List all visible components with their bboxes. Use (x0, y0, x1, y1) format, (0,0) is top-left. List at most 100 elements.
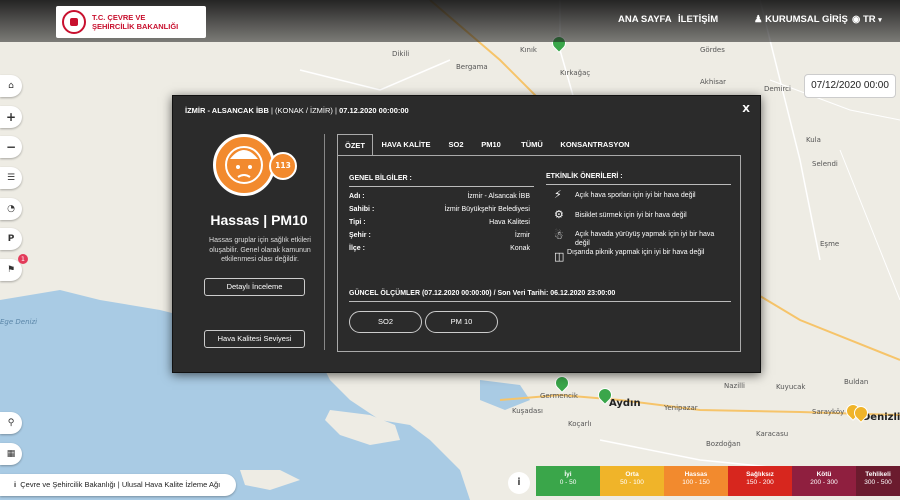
chevron-down-icon: ▾ (878, 17, 882, 24)
info-key: İlçe : (349, 245, 365, 252)
nav-home-link[interactable]: ANA SAYFA (618, 14, 672, 25)
divider (349, 301, 731, 302)
general-info-title: GENEL BİLGİLER : (349, 175, 412, 182)
current-measurements-title: GÜNCEL ÖLÇÜMLER (07.12.2020 00:00:00) / … (349, 290, 616, 297)
map-label: Buldan (844, 378, 869, 386)
tab-so2[interactable]: SO2 (437, 134, 475, 156)
sad-face-icon (213, 134, 275, 196)
aqi-level-description: Hassas gruplar için sağlık etkileri oluş… (209, 237, 311, 263)
legend-unhealthy: Sağlıksız 150 - 200 (728, 466, 792, 496)
map-label: Dikili (392, 50, 410, 58)
tab-summary[interactable]: ÖZET (337, 134, 373, 156)
map-label: Germencik (540, 392, 578, 400)
map-label: Koçarlı (568, 420, 592, 428)
legend-info-button[interactable]: i (508, 472, 530, 494)
info-value: Hava Kalitesi (489, 219, 530, 226)
notification-badge: 1 (18, 254, 28, 264)
map-label: Sarayköy (812, 408, 845, 416)
top-navbar: T.C. ÇEVRE VE ŞEHİRCİLİK BAKANLIĞI ANA S… (0, 0, 900, 42)
walking-icon: ☃ (554, 229, 564, 242)
legend-hazardous: Tehlikeli 300 - 500 (856, 466, 900, 496)
chart-icon: ◔ (7, 204, 15, 214)
map-label: Kınık (520, 46, 537, 54)
map-label: Akhisar (700, 78, 727, 86)
legend-bad: Kötü 200 - 300 (792, 466, 856, 496)
nav-login-link[interactable]: ♟ KURUMSAL GİRİŞ (754, 14, 848, 25)
map-label: Selendi (812, 160, 838, 168)
tab-concentration[interactable]: KONSANTRASYON (555, 134, 635, 156)
search-icon: ⚲ (7, 418, 15, 428)
nav-contact-link[interactable]: İLETİŞİM (678, 14, 718, 25)
measurement-pm10-button[interactable]: PM 10 (425, 311, 498, 333)
column-divider (324, 134, 325, 350)
map-label: Bozdoğan (706, 440, 741, 448)
tab-air-quality[interactable]: HAVA KALİTE (377, 134, 435, 156)
quality-level-button[interactable]: Hava Kalitesi Seviyesi (204, 330, 305, 348)
activity-text: Açık hava sporları için iyi bir hava değ… (575, 192, 696, 199)
map-label-sea: Ege Denizi (0, 318, 38, 326)
chart-button[interactable]: ◔ (0, 198, 22, 220)
legend-good: İyi 0 - 50 (536, 466, 600, 496)
details-button[interactable]: Detaylı İnceleme (204, 278, 305, 296)
info-value: İzmir (514, 232, 530, 239)
info-key: Sahibi : (349, 206, 375, 213)
map-label: Kuşadası (512, 407, 543, 415)
bicycle-icon: ⚙ (554, 208, 564, 221)
map-label: Demirci (764, 85, 791, 93)
map-label: Aydın (609, 398, 641, 409)
map-label: Nazilli (724, 382, 745, 390)
qr-icon: ▦ (6, 449, 16, 459)
info-icon: i (14, 480, 17, 489)
search-button[interactable]: ⚲ (0, 412, 22, 434)
activity-text: Açık havada yürüyüş yapmak için iyi bir … (575, 231, 715, 247)
info-value: İzmir Büyükşehir Belediyesi (444, 206, 530, 213)
aqi-summary: 113 Hassas | PM10 Hassas gruplar için sa… (173, 132, 325, 362)
info-value: Konak (510, 245, 530, 252)
user-icon: ♟ (754, 14, 763, 25)
info-key: Şehir : (349, 232, 371, 239)
aqi-level-title: Hassas | PM10 (210, 212, 308, 228)
info-value: İzmir - Alsancak İBB (467, 193, 530, 200)
ministry-seal-icon (62, 10, 86, 34)
legend-sensitive: Hassas 100 - 150 (664, 466, 728, 496)
aqi-value-badge: 113 (269, 152, 297, 180)
home-button[interactable]: ⌂ (0, 75, 22, 97)
running-icon: ⚡ (554, 188, 562, 201)
tab-pm10[interactable]: PM10 (474, 134, 508, 156)
footer-info: i Çevre ve Şehircilik Bakanlığı | Ulusal… (0, 474, 236, 496)
globe-icon: ◉ (852, 14, 861, 25)
measurement-so2-button[interactable]: SO2 (349, 311, 422, 333)
language-selector[interactable]: ◉ TR ▾ (852, 14, 882, 25)
station-modal: İZMİR - ALSANCAK İBB | (KONAK / İZMİR) |… (172, 95, 761, 373)
filter-icon: P (7, 234, 15, 244)
qr-button[interactable]: ▦ (0, 443, 22, 465)
modal-header: İZMİR - ALSANCAK İBB | (KONAK / İZMİR) |… (185, 106, 409, 115)
activity-text: Bisiklet sürmek için iyi bir hava değil (575, 212, 687, 219)
map-label: Kula (806, 136, 821, 144)
list-icon: ☰ (6, 173, 16, 183)
logo-text: T.C. ÇEVRE VE ŞEHİRCİLİK BAKANLIĞI (92, 13, 179, 31)
filter-button[interactable]: P (0, 228, 22, 250)
legend-moderate: Orta 50 - 100 (600, 466, 664, 496)
zoom-out-icon: − (5, 140, 17, 154)
info-key: Tipi : (349, 219, 366, 226)
map-label: Eşme (820, 240, 840, 248)
list-button[interactable]: ☰ (0, 167, 22, 189)
info-icon: i (517, 477, 521, 488)
ministry-logo[interactable]: T.C. ÇEVRE VE ŞEHİRCİLİK BAKANLIĞI (56, 6, 206, 38)
zoom-in-icon: + (5, 110, 17, 124)
map-label: Kuyucak (776, 383, 806, 391)
date-selector[interactable]: 07/12/2020 00:00 (804, 74, 896, 98)
zoom-in-button[interactable]: + (0, 106, 22, 128)
map-label: Gördes (700, 46, 725, 54)
tab-all[interactable]: TÜMÜ (513, 134, 551, 156)
activity-title: ETKİNLİK ÖNERİLERİ : (546, 173, 623, 180)
zoom-out-button[interactable]: − (0, 136, 22, 158)
home-icon: ⌂ (8, 81, 14, 91)
close-button[interactable]: X (742, 104, 750, 115)
picnic-basket-icon: ◫ (554, 250, 565, 263)
divider (546, 184, 731, 185)
map-label: Yenipazar (664, 404, 698, 412)
megaphone-icon: ⚑ (6, 265, 16, 275)
map-label: Bergama (456, 63, 488, 71)
